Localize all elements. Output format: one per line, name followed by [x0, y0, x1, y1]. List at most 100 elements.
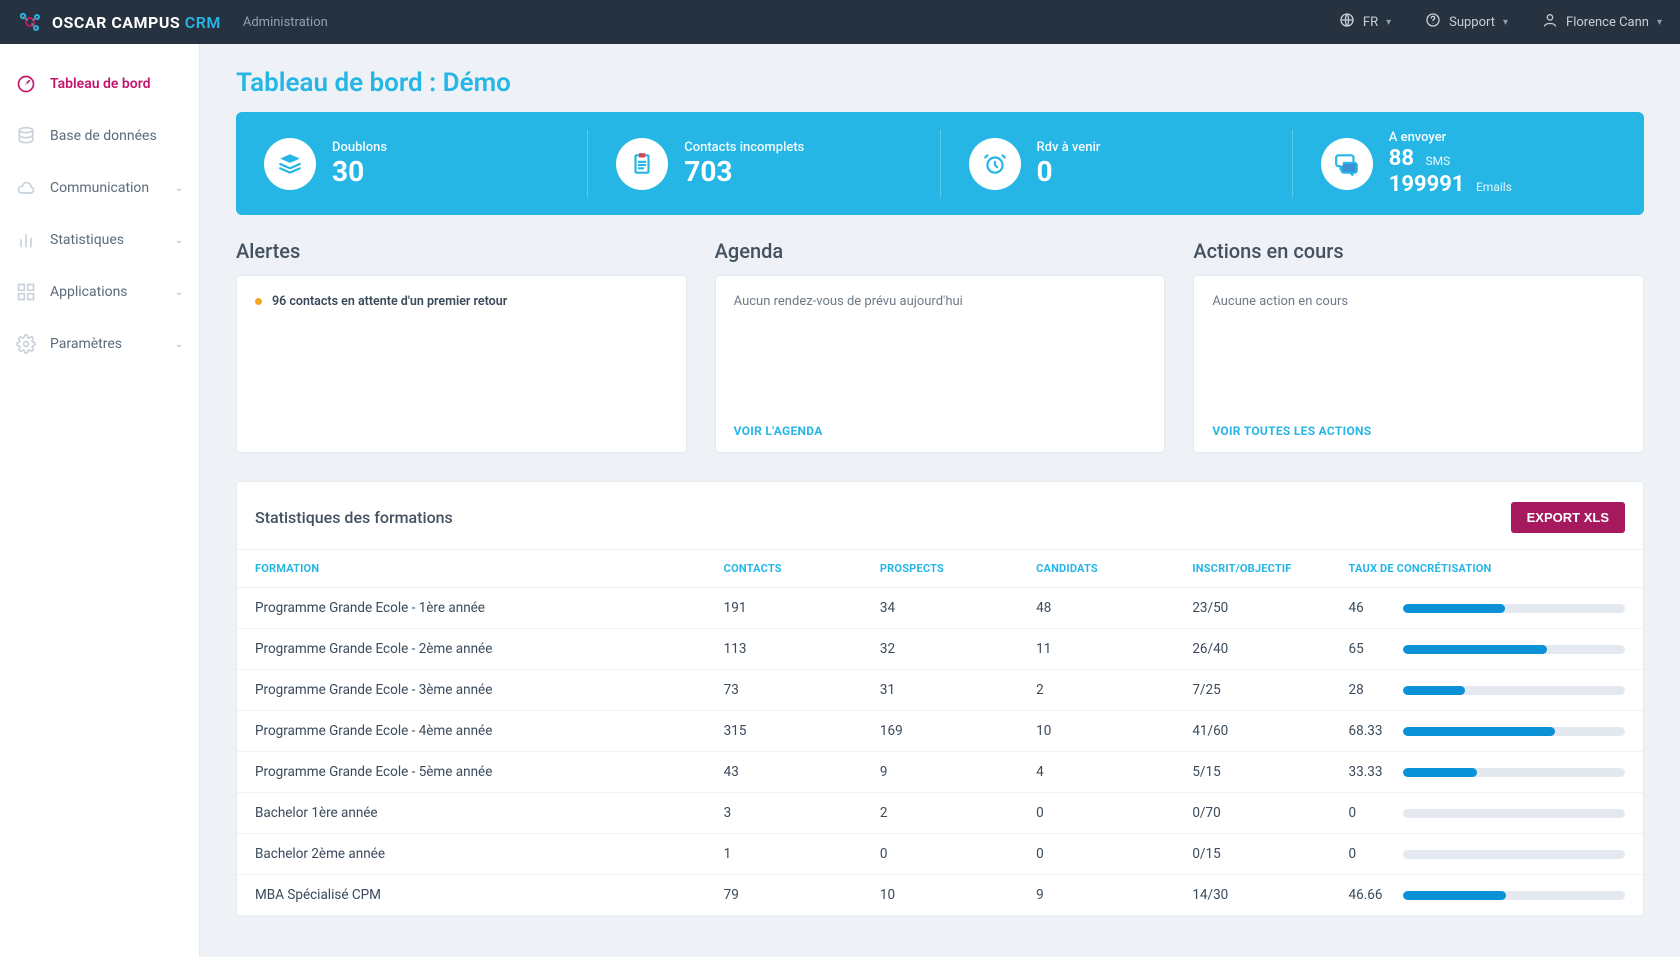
cell-contacts: 191 — [706, 588, 862, 629]
progress-fill — [1403, 686, 1465, 695]
rate-value: 68.33 — [1349, 723, 1389, 739]
sidebar-item-base-de-donn-es[interactable]: Base de données — [0, 110, 199, 162]
summary-envoi-email: 199991 Emails — [1389, 173, 1512, 197]
rate-value: 46.66 — [1349, 887, 1389, 903]
sidebar-item-label: Paramètres — [50, 336, 122, 352]
progress-bar — [1403, 604, 1625, 613]
sidebar-item-applications[interactable]: Applications⌄ — [0, 266, 199, 318]
cell-prospects: 2 — [862, 793, 1018, 834]
status-dot-icon — [255, 298, 262, 305]
progress-fill — [1403, 727, 1555, 736]
cell-inscrit: 23/50 — [1174, 588, 1330, 629]
user-menu[interactable]: Florence Cann ▾ — [1542, 12, 1662, 32]
sidebar-item-communication[interactable]: Communication ⌄ — [0, 162, 199, 214]
cell-formation: Bachelor 1ère année — [237, 793, 706, 834]
sidebar-item-label: Base de données — [50, 128, 157, 144]
help-icon — [1425, 12, 1441, 32]
chevron-down-icon: ▾ — [1657, 17, 1662, 28]
cell-inscrit: 26/40 — [1174, 629, 1330, 670]
progress-bar — [1403, 645, 1625, 654]
table-row[interactable]: Programme Grande Ecole - 5ème année43945… — [237, 752, 1643, 793]
col-contacts-header[interactable]: CONTACTS — [706, 550, 862, 588]
progress-bar — [1403, 768, 1625, 777]
table-row[interactable]: MBA Spécialisé CPM7910914/3046.66 — [237, 875, 1643, 916]
brand[interactable]: OSCAR CAMPUS CRM — [18, 10, 221, 34]
settings-icon — [16, 334, 36, 354]
cell-candidats: 2 — [1018, 670, 1174, 711]
gauge-icon — [16, 74, 36, 94]
user-name: Florence Cann — [1566, 15, 1649, 30]
cell-candidats: 0 — [1018, 834, 1174, 875]
cell-inscrit: 14/30 — [1174, 875, 1330, 916]
panel-alerts: Alertes 96 contacts en attente d'un prem… — [236, 239, 687, 453]
cell-candidats: 10 — [1018, 711, 1174, 752]
actions-empty-text: Aucune action en cours — [1212, 294, 1625, 309]
progress-bar — [1403, 850, 1625, 859]
cell-formation: Programme Grande Ecole - 1ère année — [237, 588, 706, 629]
chevron-down-icon: ⌄ — [175, 183, 183, 194]
language-menu[interactable]: FR ▾ — [1339, 12, 1391, 32]
panel-actions-title: Actions en cours — [1193, 239, 1644, 263]
bar-chart-icon — [16, 230, 36, 250]
support-label: Support — [1449, 15, 1495, 30]
panel-actions-body: Aucune action en cours VOIR TOUTES LES A… — [1193, 275, 1644, 453]
col-candidats-header[interactable]: CANDIDATS — [1018, 550, 1174, 588]
page-title: Tableau de bord : Démo — [236, 68, 1644, 98]
chat-bubbles-icon — [1321, 138, 1373, 190]
cell-taux: 46 — [1331, 588, 1643, 629]
language-label: FR — [1363, 15, 1378, 30]
sidebar-item-param-tres[interactable]: Paramètres ⌄ — [0, 318, 199, 370]
rate-value: 0 — [1349, 805, 1389, 821]
cell-prospects: 34 — [862, 588, 1018, 629]
sidebar: Tableau de bord Base de données Communicat… — [0, 44, 200, 957]
chevron-down-icon: ⌄ — [175, 339, 183, 350]
brand-suffix: CRM — [185, 13, 221, 32]
col-inscrit-header[interactable]: INSCRIT/OBJECTIF — [1174, 550, 1330, 588]
col-formation-header[interactable]: FORMATION — [237, 550, 706, 588]
alert-line[interactable]: 96 contacts en attente d'un premier reto… — [255, 294, 668, 309]
panel-alerts-body: 96 contacts en attente d'un premier reto… — [236, 275, 687, 453]
cell-inscrit: 7/25 — [1174, 670, 1330, 711]
panel-actions: Actions en cours Aucune action en cours … — [1193, 239, 1644, 453]
summary-envoi[interactable]: A envoyer 88 SMS 199991 Emails — [1293, 130, 1644, 197]
chevron-down-icon: ▾ — [1386, 17, 1391, 28]
table-row[interactable]: Bachelor 1ère année3200/700 — [237, 793, 1643, 834]
actions-view-link[interactable]: VOIR TOUTES LES ACTIONS — [1212, 406, 1625, 438]
sidebar-item-statistiques[interactable]: Statistiques⌄ — [0, 214, 199, 266]
col-taux-header[interactable]: TAUX DE CONCRÉTISATION — [1331, 550, 1643, 588]
cell-prospects: 31 — [862, 670, 1018, 711]
export-xls-button[interactable]: EXPORT XLS — [1511, 502, 1625, 533]
cell-prospects: 10 — [862, 875, 1018, 916]
table-row[interactable]: Programme Grande Ecole - 4ème année31516… — [237, 711, 1643, 752]
sidebar-item-tableau-de-bord[interactable]: Tableau de bord — [0, 58, 199, 110]
cell-formation: Bachelor 2ème année — [237, 834, 706, 875]
cell-prospects: 9 — [862, 752, 1018, 793]
chevron-down-icon: ⌄ — [175, 235, 183, 246]
table-row[interactable]: Bachelor 2ème année1000/150 — [237, 834, 1643, 875]
cell-formation: Programme Grande Ecole - 5ème année — [237, 752, 706, 793]
cell-taux: 46.66 — [1331, 875, 1643, 916]
panel-agenda: Agenda Aucun rendez-vous de prévu aujour… — [715, 239, 1166, 453]
table-row[interactable]: Programme Grande Ecole - 3ème année73312… — [237, 670, 1643, 711]
table-row[interactable]: Programme Grande Ecole - 2ème année11332… — [237, 629, 1643, 670]
summary-bar: Doublons 30 Contacts incomplets 703 Rd — [236, 112, 1644, 215]
main: Tableau de bord : Démo Doublons 30 Conta… — [200, 44, 1680, 957]
summary-incomplets[interactable]: Contacts incomplets 703 — [588, 130, 940, 197]
summary-doublons[interactable]: Doublons 30 — [236, 130, 588, 197]
brand-main: OSCAR CAMPUS — [52, 13, 180, 32]
summary-rdv[interactable]: Rdv à venir 0 — [941, 130, 1293, 197]
agenda-view-link[interactable]: VOIR L'AGENDA — [734, 406, 1147, 438]
alarm-clock-icon — [969, 138, 1021, 190]
cell-taux: 0 — [1331, 793, 1643, 834]
stats-card: Statistiques des formations EXPORT XLS F… — [236, 481, 1644, 917]
sidebar-item-label: Communication — [50, 180, 149, 196]
administration-link[interactable]: Administration — [243, 15, 328, 30]
summary-envoi-sms-value: 88 — [1389, 146, 1414, 171]
support-menu[interactable]: Support ▾ — [1425, 12, 1508, 32]
layers-icon — [264, 138, 316, 190]
col-prospects-header[interactable]: PROSPECTS — [862, 550, 1018, 588]
cell-candidats: 11 — [1018, 629, 1174, 670]
progress-bar — [1403, 686, 1625, 695]
panel-agenda-title: Agenda — [715, 239, 1166, 263]
table-row[interactable]: Programme Grande Ecole - 1ère année19134… — [237, 588, 1643, 629]
